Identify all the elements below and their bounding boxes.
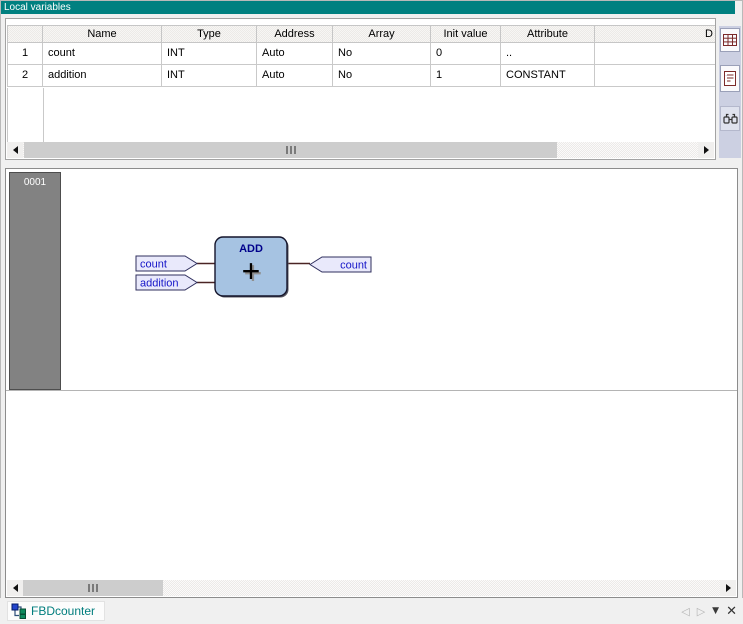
- cell-init-value[interactable]: 1: [431, 65, 501, 87]
- header-type: Type: [162, 25, 257, 43]
- cell-type[interactable]: INT: [162, 43, 257, 65]
- input-tag-addition-label: addition: [140, 278, 179, 290]
- cell-init-value[interactable]: 0: [431, 43, 501, 65]
- cell-address[interactable]: Auto: [257, 43, 333, 65]
- row-number-column-divider: [43, 88, 44, 143]
- scrollbar-thumb[interactable]: [23, 580, 163, 596]
- cell-description[interactable]: [595, 43, 715, 65]
- tab-navigation: ◁ ▷ ▼ ✕: [681, 601, 737, 621]
- grid-table-button[interactable]: [720, 28, 740, 52]
- cell-name[interactable]: addition: [43, 65, 162, 87]
- header-row-num: [7, 25, 43, 43]
- scrollbar-grip-icon: [88, 584, 98, 592]
- close-tab-button[interactable]: ✕: [726, 604, 737, 619]
- header-name: Name: [43, 25, 162, 43]
- fbd-editor-panel[interactable]: 0001 ADD + + count addition count: [5, 168, 738, 598]
- scrollbar-thumb[interactable]: [24, 142, 557, 158]
- plus-symbol: +: [242, 253, 261, 289]
- side-toolbar: [719, 26, 741, 158]
- variables-horizontal-scrollbar[interactable]: [7, 142, 714, 158]
- find-button[interactable]: [720, 106, 740, 131]
- table-border-extension: [7, 88, 8, 143]
- cell-type[interactable]: INT: [162, 65, 257, 87]
- header-array: Array: [333, 25, 431, 43]
- header-address: Address: [257, 25, 333, 43]
- binoculars-icon: [723, 113, 738, 125]
- panel-titlebar: Local variables: [1, 1, 735, 14]
- table-row[interactable]: 1 count INT Auto No 0 ..: [7, 43, 715, 65]
- cell-array[interactable]: No: [333, 65, 431, 87]
- next-tab-button[interactable]: ▷: [697, 605, 705, 618]
- cell-row-num[interactable]: 1: [7, 43, 43, 65]
- header-attribute: Attribute: [501, 25, 595, 43]
- cell-row-num[interactable]: 2: [7, 65, 43, 87]
- scrollbar-grip-icon: [286, 146, 296, 154]
- scroll-right-icon: [704, 146, 709, 154]
- fbd-canvas: ADD + + count addition count: [6, 169, 737, 581]
- document-tab-strip: FBDcounter ◁ ▷ ▼ ✕: [0, 598, 743, 624]
- scroll-right-icon: [726, 584, 731, 592]
- input-tag-count-label: count: [140, 259, 167, 271]
- prev-tab-button[interactable]: ◁: [681, 605, 689, 618]
- tab-list-dropdown-button[interactable]: ▼: [712, 606, 719, 616]
- cell-attribute[interactable]: ..: [501, 43, 595, 65]
- tab-label: FBDcounter: [31, 601, 95, 621]
- scroll-left-icon: [13, 146, 18, 154]
- variables-table: Name Type Address Array Init value Attri…: [7, 25, 715, 87]
- table-row[interactable]: 2 addition INT Auto No 1 CONSTANT: [7, 65, 715, 87]
- cell-name[interactable]: count: [43, 43, 162, 65]
- cell-array[interactable]: No: [333, 43, 431, 65]
- output-tag-count-label: count: [340, 260, 367, 272]
- header-description: D: [595, 25, 715, 43]
- scroll-left-icon: [13, 584, 18, 592]
- scroll-left-button[interactable]: [7, 142, 23, 158]
- tab-fbdcounter[interactable]: FBDcounter: [7, 601, 105, 621]
- cell-description[interactable]: [595, 65, 715, 87]
- scroll-left-button[interactable]: [7, 580, 23, 596]
- fbd-horizontal-scrollbar[interactable]: [7, 580, 736, 596]
- panel-title: Local variables: [4, 2, 71, 13]
- fbd-program-icon: [11, 603, 27, 619]
- cell-attribute[interactable]: CONSTANT: [501, 65, 595, 87]
- cell-address[interactable]: Auto: [257, 65, 333, 87]
- table-header-row: Name Type Address Array Init value Attri…: [7, 25, 715, 43]
- document-list-button[interactable]: [720, 65, 740, 92]
- header-init-value: Init value: [431, 25, 501, 43]
- grid-table-icon: [723, 33, 737, 47]
- variables-panel: Name Type Address Array Init value Attri…: [5, 18, 716, 160]
- scroll-right-button[interactable]: [720, 580, 736, 596]
- scroll-right-button[interactable]: [698, 142, 714, 158]
- document-list-icon: [723, 71, 737, 86]
- local-variables-window: Local variables Name Type Address Array …: [0, 0, 743, 624]
